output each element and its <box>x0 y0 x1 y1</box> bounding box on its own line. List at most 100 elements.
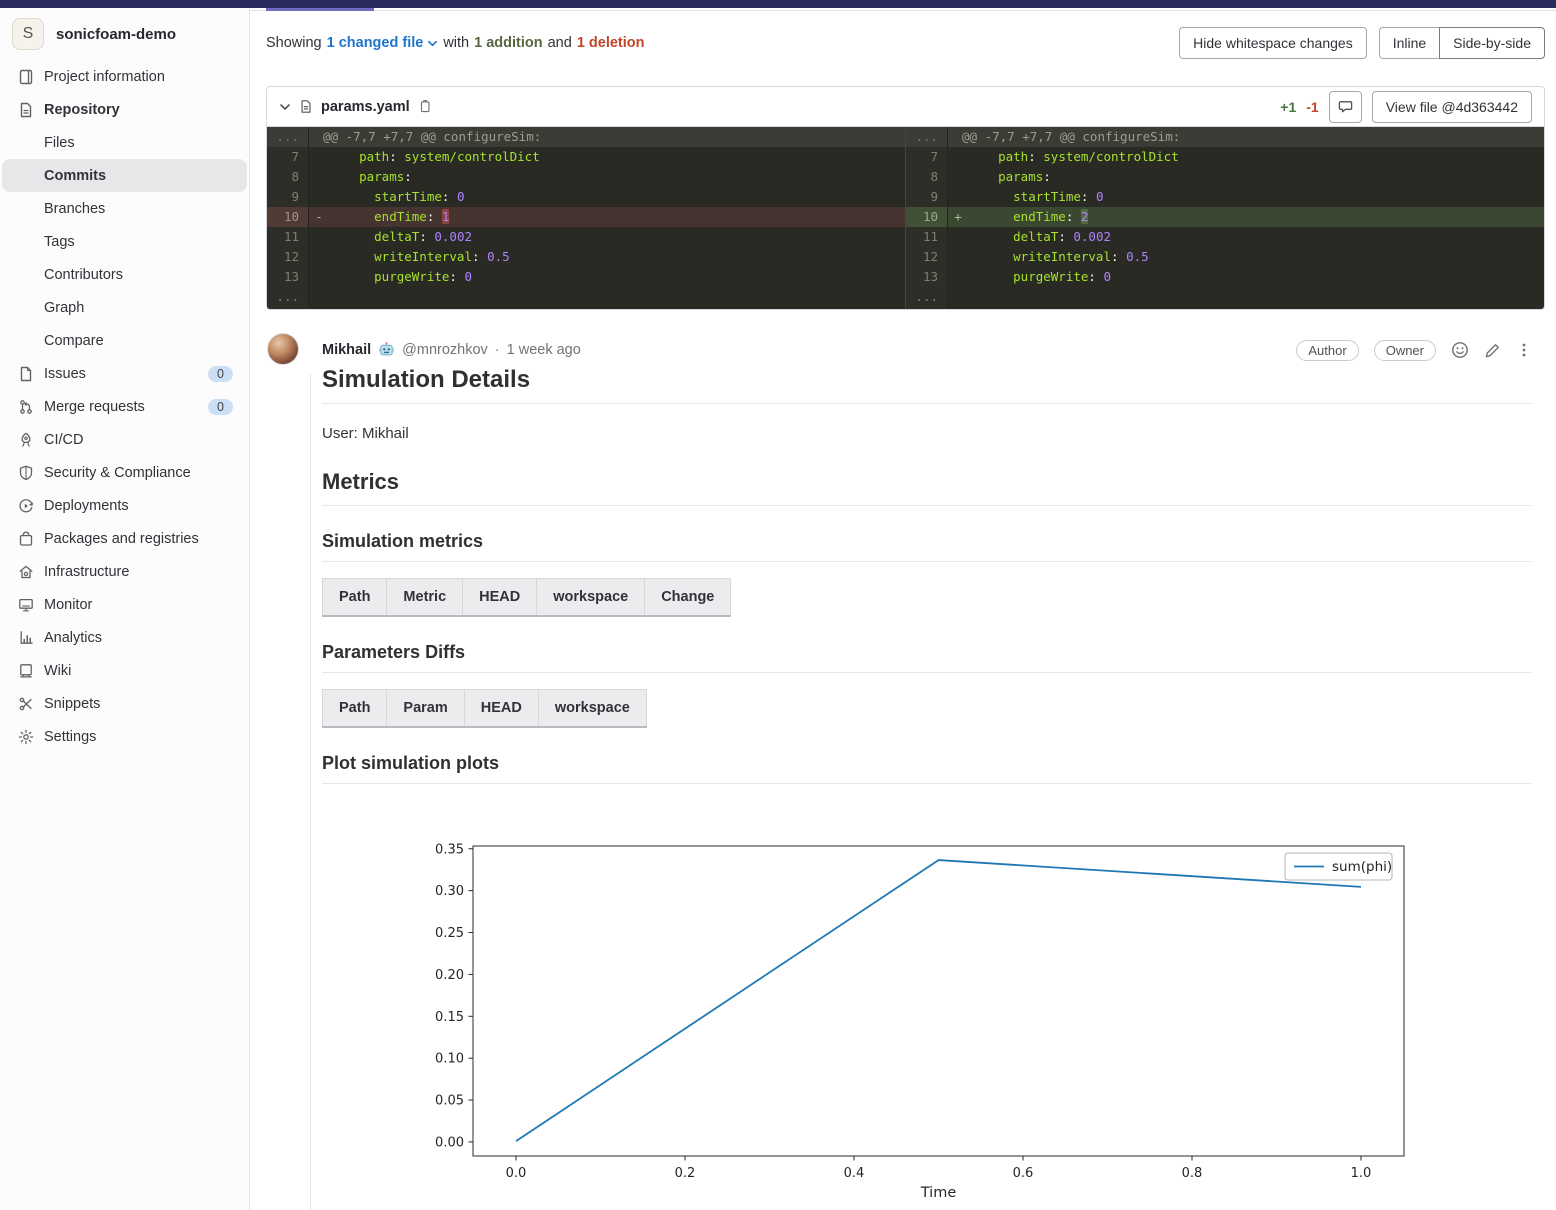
svg-text:1.0: 1.0 <box>1351 1166 1372 1181</box>
sidebar-item-snippets[interactable]: Snippets <box>2 687 247 720</box>
line-number[interactable]: 9 <box>906 187 948 207</box>
line-number[interactable]: 12 <box>267 247 309 267</box>
line-number[interactable]: 13 <box>906 267 948 287</box>
pencil-icon <box>1484 342 1501 359</box>
project-information-icon <box>18 69 34 85</box>
hide-whitespace-button[interactable]: Hide whitespace changes <box>1179 27 1367 59</box>
line-number[interactable]: 13 <box>267 267 309 287</box>
sidebar-item-branches[interactable]: Branches <box>2 192 247 225</box>
code-text: params: <box>329 167 905 187</box>
sidebar-project[interactable]: S sonicfoam-demo <box>0 8 249 60</box>
more-actions-button[interactable] <box>1516 342 1532 358</box>
sidebar-item-packages-and-registries[interactable]: Packages and registries <box>2 522 247 555</box>
view-file-button[interactable]: View file @4d363442 <box>1372 91 1532 123</box>
code-text: writeInterval: 0.5 <box>968 247 1544 267</box>
note-thread-line <box>310 374 311 1210</box>
line-number[interactable]: 11 <box>267 227 309 247</box>
line-number[interactable]: 8 <box>267 167 309 187</box>
sidebar-item-ci-cd[interactable]: CI/CD <box>2 423 247 456</box>
author-name[interactable]: Mikhail <box>322 342 371 358</box>
sidebar-item-project-information[interactable]: Project information <box>2 60 247 93</box>
sidebar-item-wiki[interactable]: Wiki <box>2 654 247 687</box>
add-reaction-button[interactable] <box>1451 341 1469 359</box>
smiley-icon <box>1451 341 1469 359</box>
sidebar-item-monitor[interactable]: Monitor <box>2 588 247 621</box>
copy-file-path-icon[interactable] <box>418 99 432 114</box>
sidebar-item-label: Analytics <box>44 630 237 646</box>
svg-text:sum(phi): sum(phi) <box>1332 859 1392 875</box>
sidebar-item-issues[interactable]: Issues0 <box>2 357 247 390</box>
sidebar-item-files[interactable]: Files <box>2 126 247 159</box>
changes-summary: Showing 1 changed file with 1 addition a… <box>266 35 645 51</box>
expand-area <box>948 287 962 310</box>
username[interactable]: @mnrozhkov <box>402 342 488 358</box>
project-avatar: S <box>12 18 44 50</box>
user-line: User: Mikhail <box>322 425 1532 442</box>
sidebar-item-repository[interactable]: Repository <box>2 93 247 126</box>
chevron-down-icon <box>427 38 438 49</box>
sidebar-item-security-compliance[interactable]: Security & Compliance <box>2 456 247 489</box>
line-number[interactable]: 11 <box>906 227 948 247</box>
main-content: Showing 1 changed file with 1 addition a… <box>250 0 1556 1210</box>
sidebar-item-commits[interactable]: Commits <box>2 159 247 192</box>
code-text: path: system/controlDict <box>329 147 905 167</box>
issues-icon <box>18 366 34 382</box>
with-label: with <box>443 35 469 51</box>
svg-text:0.05: 0.05 <box>435 1094 464 1109</box>
deletions-summary: 1 deletion <box>577 35 645 51</box>
file-icon <box>299 99 313 114</box>
line-number[interactable]: 9 <box>267 187 309 207</box>
line-number[interactable]: ... <box>906 127 948 147</box>
line-number[interactable]: 10 <box>267 207 309 227</box>
changed-files-link[interactable]: 1 changed file <box>327 35 439 51</box>
diff-collapse-chevron-icon[interactable] <box>279 101 291 113</box>
params-table: PathParamHEADworkspace <box>322 689 647 728</box>
line-number[interactable]: 12 <box>906 247 948 267</box>
line-number[interactable]: 8 <box>906 167 948 187</box>
side-by-side-button[interactable]: Side-by-side <box>1439 27 1545 59</box>
additions-count: +1 <box>1280 99 1296 115</box>
sidebar-item-settings[interactable]: Settings <box>2 720 247 753</box>
edit-comment-button[interactable] <box>1484 342 1501 359</box>
file-name[interactable]: params.yaml <box>321 99 410 115</box>
analytics-icon <box>18 630 34 646</box>
line-number[interactable]: ... <box>906 287 948 310</box>
sidebar-item-label: CI/CD <box>44 432 237 448</box>
inline-button[interactable]: Inline <box>1379 27 1440 59</box>
comment-bubble-icon <box>1338 99 1353 114</box>
sidebar-item-analytics[interactable]: Analytics <box>2 621 247 654</box>
note-timestamp[interactable]: 1 week ago <box>507 342 581 358</box>
line-number[interactable]: ... <box>267 127 309 147</box>
sidebar-item-contributors[interactable]: Contributors <box>2 258 247 291</box>
sidebar-item-graph[interactable]: Graph <box>2 291 247 324</box>
user-avatar[interactable] <box>267 333 299 365</box>
line-number[interactable]: 7 <box>906 147 948 167</box>
diff-line-new-12: 12 writeInterval: 0.5 <box>906 247 1544 267</box>
diff-sign <box>948 227 968 247</box>
sidebar-item-deployments[interactable]: Deployments <box>2 489 247 522</box>
line-number[interactable]: 10 <box>906 207 948 227</box>
diff-file-header: params.yaml +1 -1 View file @4d363442 <box>267 87 1544 127</box>
comment-button[interactable] <box>1329 91 1362 123</box>
line-number[interactable]: ... <box>267 287 309 310</box>
diff-line-old-9: 9 startTime: 0 <box>267 187 905 207</box>
code-text: endTime: 2 <box>968 207 1544 227</box>
diff-sign <box>948 147 968 167</box>
diff-line-new-: ...@@ -7,7 +7,7 @@ configureSim: <box>906 127 1544 147</box>
sidebar-item-tags[interactable]: Tags <box>2 225 247 258</box>
merge-requests-icon <box>18 399 34 415</box>
sidebar: S sonicfoam-demo Project informationRepo… <box>0 8 250 1210</box>
line-number[interactable]: 7 <box>267 147 309 167</box>
diff-left-pane: ...@@ -7,7 +7,7 @@ configureSim:7 path: … <box>267 127 905 310</box>
diff-body: ...@@ -7,7 +7,7 @@ configureSim:7 path: … <box>267 127 1544 310</box>
sidebar-item-label: Infrastructure <box>44 564 237 580</box>
diff-line-old-11: 11 deltaT: 0.002 <box>267 227 905 247</box>
sidebar-item-merge-requests[interactable]: Merge requests0 <box>2 390 247 423</box>
diff-sign <box>948 267 968 287</box>
svg-text:0.20: 0.20 <box>435 968 464 983</box>
sidebar-item-compare[interactable]: Compare <box>2 324 247 357</box>
sidebar-item-infrastructure[interactable]: Infrastructure <box>2 555 247 588</box>
security-compliance-icon <box>18 465 34 481</box>
monitor-icon <box>18 597 34 613</box>
count-badge: 0 <box>208 399 233 415</box>
